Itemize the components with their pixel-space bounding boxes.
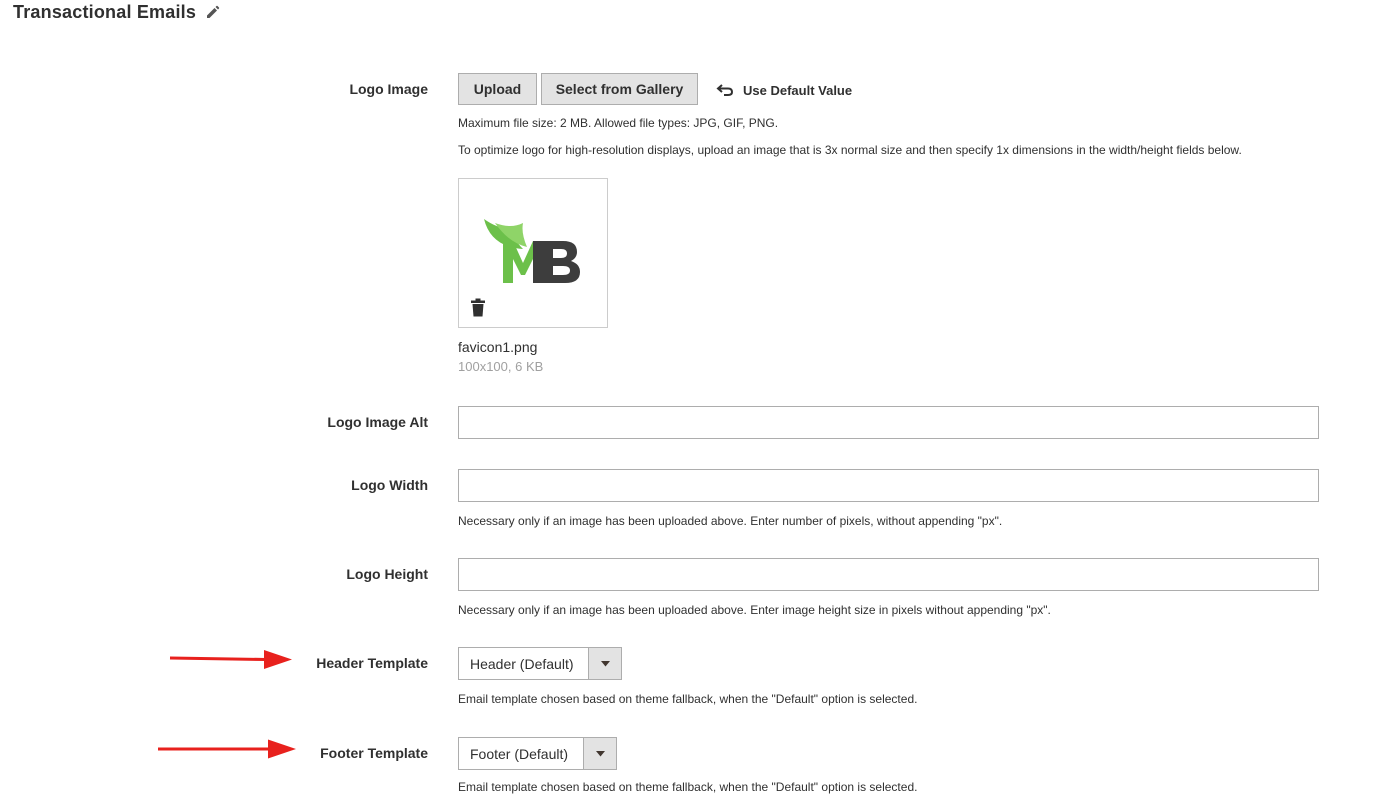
- logo-height-note: Necessary only if an image has been uplo…: [458, 603, 1051, 617]
- undo-icon: [716, 84, 734, 96]
- use-default-value-button[interactable]: Use Default Value: [716, 80, 852, 100]
- logo-width-note: Necessary only if an image has been uplo…: [458, 514, 1003, 528]
- upload-button[interactable]: Upload: [458, 73, 537, 105]
- select-from-gallery-button[interactable]: Select from Gallery: [541, 73, 698, 105]
- logo-width-input[interactable]: [458, 469, 1319, 502]
- pencil-icon[interactable]: [205, 4, 221, 20]
- file-meta: 100x100, 6 KB: [458, 359, 544, 374]
- chevron-down-icon: [583, 738, 616, 769]
- logo-optimize-note: To optimize logo for high-resolution dis…: [458, 143, 1242, 157]
- footer-template-label: Footer Template: [320, 745, 428, 761]
- logo-width-label: Logo Width: [351, 477, 428, 493]
- footer-template-value: Footer (Default): [470, 745, 569, 762]
- trash-icon[interactable]: [470, 298, 486, 317]
- header-template-value: Header (Default): [470, 655, 574, 672]
- footer-template-select[interactable]: Footer (Default): [458, 737, 617, 770]
- logo-size-note: Maximum file size: 2 MB. Allowed file ty…: [458, 116, 779, 130]
- logo-image: [484, 219, 580, 283]
- logo-preview: [458, 178, 608, 328]
- logo-height-label: Logo Height: [346, 566, 428, 582]
- section-title: Transactional Emails: [13, 2, 197, 22]
- header-template-select[interactable]: Header (Default): [458, 647, 622, 680]
- logo-image-label: Logo Image: [349, 81, 428, 97]
- logo-image-alt-label: Logo Image Alt: [327, 414, 428, 430]
- header-template-note: Email template chosen based on theme fal…: [458, 692, 918, 706]
- header-template-label: Header Template: [316, 655, 428, 671]
- file-name: favicon1.png: [458, 339, 538, 355]
- footer-template-note: Email template chosen based on theme fal…: [458, 780, 918, 794]
- use-default-value-label: Use Default Value: [743, 82, 853, 98]
- logo-image-alt-input[interactable]: [458, 406, 1319, 439]
- chevron-down-icon: [588, 648, 621, 679]
- logo-height-input[interactable]: [458, 558, 1319, 591]
